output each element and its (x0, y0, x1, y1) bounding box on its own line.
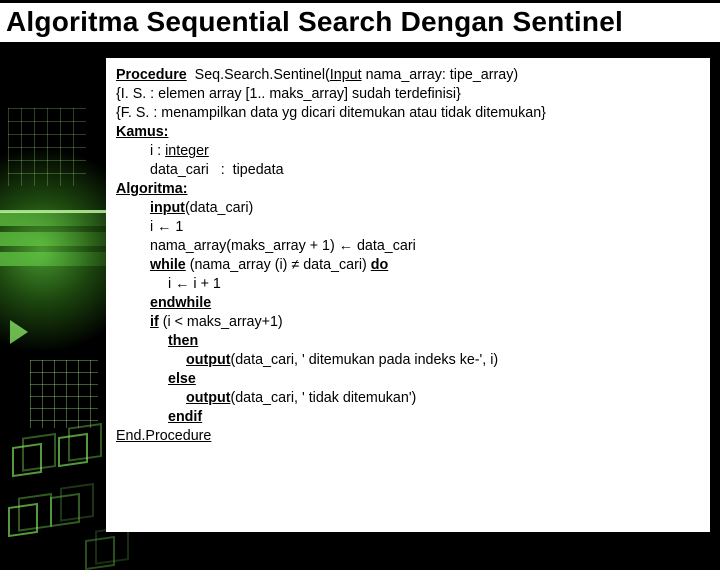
code-line: End.Procedure (116, 427, 700, 446)
code-line: i : integer (116, 142, 700, 161)
cube-icon (50, 493, 80, 527)
code-line: while (nama_array (i) ≠ data_cari) do (116, 256, 700, 275)
cube-icon (85, 536, 115, 570)
pseudocode-panel: Procedure Seq.Search.Sentinel(Input nama… (106, 58, 710, 532)
code-line: output(data_cari, ' ditemukan pada indek… (116, 351, 700, 370)
slide-title: Algoritma Sequential Search Dengan Senti… (6, 6, 712, 38)
code-line: i ← i + 1 (116, 275, 700, 294)
code-line: else (116, 370, 700, 389)
cube-icon (12, 443, 42, 477)
code-line: if (i < maks_array+1) (116, 313, 700, 332)
decor-bar (0, 232, 120, 246)
code-line: then (116, 332, 700, 351)
code-line: Kamus: (116, 123, 700, 142)
grid-pattern (8, 108, 86, 186)
code-line: i ← 1 (116, 218, 700, 237)
grid-pattern (30, 360, 98, 428)
cube-icon (58, 433, 88, 467)
slide-title-bar: Algoritma Sequential Search Dengan Senti… (0, 0, 720, 45)
code-line: input(data_cari) (116, 199, 700, 218)
code-line: Algoritma: (116, 180, 700, 199)
background-decoration (0, 40, 120, 540)
code-line: Procedure Seq.Search.Sentinel(Input nama… (116, 66, 700, 85)
arrow-icon (10, 320, 28, 344)
code-line: nama_array(maks_array + 1) ← data_cari (116, 237, 700, 256)
code-line: {F. S. : menampilkan data yg dicari dite… (116, 104, 700, 123)
cube-icon (8, 503, 38, 537)
decor-bar (0, 212, 120, 226)
code-line: endif (116, 408, 700, 427)
code-line: output(data_cari, ' tidak ditemukan') (116, 389, 700, 408)
code-line: data_cari : tipedata (116, 161, 700, 180)
code-line: {I. S. : elemen array [1.. maks_array] s… (116, 85, 700, 104)
code-line: endwhile (116, 294, 700, 313)
decor-bar (0, 252, 120, 266)
